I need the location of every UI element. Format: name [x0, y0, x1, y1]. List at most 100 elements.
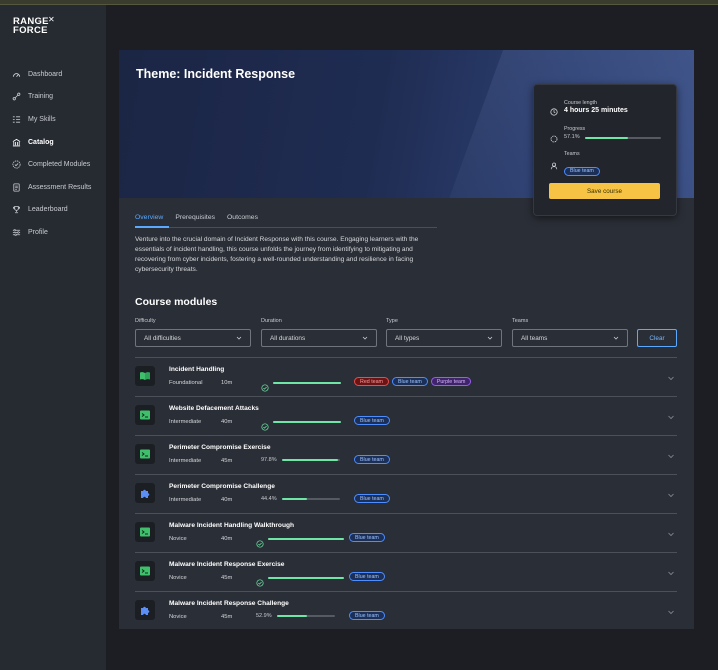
module-row[interactable]: Perimeter Compromise Exercise Intermediat… — [135, 435, 677, 473]
check-circle-icon — [256, 574, 264, 587]
trophy-icon — [12, 205, 21, 214]
sidebar-item-profile[interactable]: Profile — [0, 221, 106, 244]
module-progress-fill — [276, 615, 308, 617]
modules-title: Course modules — [135, 296, 218, 308]
module-progress-bar — [281, 498, 340, 500]
chevron-down-icon[interactable] — [667, 486, 675, 498]
module-duration: 10m — [221, 380, 233, 386]
module-progress-bar — [276, 615, 335, 617]
terminal-icon — [135, 444, 155, 464]
module-title: Perimeter Compromise Challenge — [169, 483, 275, 490]
course-progress-bar — [585, 137, 661, 139]
module-row[interactable]: Website Defacement Attacks Intermediate 40… — [135, 396, 677, 434]
module-title: Malware Incident Handling Walkthrough — [169, 522, 295, 529]
red-team-badge: Red team — [354, 377, 389, 386]
blue-team-badge: Blue team — [354, 494, 390, 503]
module-progress — [256, 535, 344, 548]
module-row[interactable]: Incident Handling Foundational 10m Red team… — [135, 357, 677, 395]
sidebar-item-completed-modules[interactable]: Completed Modules — [0, 153, 106, 176]
chevron-down-icon[interactable] — [667, 564, 675, 576]
puzzle-icon — [135, 600, 155, 620]
module-progress-fill — [268, 577, 344, 579]
module-title: Malware Incident Response Exercise — [169, 561, 285, 568]
terminal-icon — [135, 522, 155, 542]
sidebar-item-catalog[interactable]: Catalog — [0, 131, 106, 154]
module-duration: 45m — [221, 458, 233, 464]
dashboard-icon — [12, 70, 21, 79]
chevron-down-icon — [613, 335, 619, 341]
module-teams: Blue team — [354, 494, 390, 503]
clock-icon — [550, 103, 558, 116]
teams-filter-label: Teams — [512, 318, 529, 324]
purple-team-badge: Purple team — [430, 377, 472, 386]
module-row[interactable]: Malware Incident Response Challenge Novic… — [135, 591, 677, 629]
puzzle-icon — [135, 483, 155, 503]
module-row[interactable]: Malware Incident Handling Walkthrough Nov… — [135, 513, 677, 551]
check-circle-icon — [261, 418, 269, 431]
tab-overview[interactable]: Overview — [135, 214, 163, 221]
chevron-down-icon — [236, 335, 242, 341]
teams-select-value: All teams — [521, 334, 548, 342]
chevron-down-icon[interactable] — [667, 447, 675, 459]
profile-icon — [12, 228, 21, 237]
sidebar-item-my-skills[interactable]: My Skills — [0, 108, 106, 131]
sidebar-item-dashboard[interactable]: Dashboard — [0, 63, 106, 86]
tab-outcomes[interactable]: Outcomes — [227, 214, 258, 221]
module-progress-bar — [268, 577, 344, 579]
module-title: Malware Incident Response Challenge — [169, 600, 289, 607]
sidebar-item-label: Leaderboard — [28, 206, 68, 214]
teams-select[interactable]: All teams — [512, 329, 628, 347]
module-difficulty: Intermediate — [169, 458, 202, 464]
logo[interactable]: RANGE FORCE ✕ — [13, 15, 55, 35]
duration-select[interactable]: All durations — [261, 329, 377, 347]
duration-select-value: All durations — [270, 334, 306, 342]
chevron-down-icon[interactable] — [667, 603, 675, 615]
teams-label: Teams — [564, 151, 580, 157]
sidebar-item-leaderboard[interactable]: Leaderboard — [0, 199, 106, 222]
terminal-icon — [135, 561, 155, 581]
chevron-down-icon[interactable] — [667, 369, 675, 381]
sidebar-nav: Dashboard Training My Skills Catalog Complet… — [0, 63, 106, 244]
chevron-down-icon[interactable] — [667, 408, 675, 420]
type-select-value: All types — [395, 334, 420, 342]
clear-filters-button[interactable]: Clear — [637, 329, 677, 347]
completed-icon — [12, 160, 21, 169]
difficulty-select[interactable]: All difficulties — [135, 329, 251, 347]
sidebar: RANGE FORCE ✕ Dashboard Training My Skills… — [0, 5, 106, 670]
module-teams: Blue team — [349, 533, 385, 542]
type-filter-label: Type — [386, 318, 398, 324]
check-circle-icon — [261, 379, 269, 392]
tab-divider — [135, 227, 437, 228]
chevron-down-icon[interactable] — [667, 525, 675, 537]
user-icon — [550, 157, 558, 170]
chevron-down-icon — [362, 335, 368, 341]
module-row[interactable]: Perimeter Compromise Challenge Intermedia… — [135, 474, 677, 512]
module-row[interactable]: Malware Incident Response Exercise Novice… — [135, 552, 677, 590]
module-progress-bar — [273, 421, 341, 423]
module-progress: 52.9% — [256, 613, 335, 619]
sidebar-item-assessment-results[interactable]: Assessment Results — [0, 176, 106, 199]
type-select[interactable]: All types — [386, 329, 502, 347]
module-duration: 40m — [221, 419, 233, 425]
module-title: Website Defacement Attacks — [169, 405, 259, 412]
module-progress-bar — [273, 382, 341, 384]
tab-prerequisites[interactable]: Prerequisites — [175, 214, 215, 221]
module-difficulty: Intermediate — [169, 419, 202, 425]
module-progress — [261, 418, 341, 431]
module-progress-fill — [268, 538, 344, 540]
progress-percent: 57.1% — [564, 134, 580, 140]
page-title: Theme: Incident Response — [136, 67, 296, 81]
active-tab-indicator — [135, 226, 169, 228]
difficulty-select-value: All difficulties — [144, 334, 181, 342]
course-length-value: 4 hours 25 minutes — [564, 107, 628, 114]
sidebar-item-training[interactable]: Training — [0, 86, 106, 109]
team-badge: Blue team — [564, 166, 600, 176]
module-progress — [261, 379, 341, 392]
check-circle-icon — [256, 535, 264, 548]
course-progress-fill — [585, 137, 629, 139]
module-progress-percent: 44.4% — [261, 496, 277, 502]
save-course-button[interactable]: Save course — [549, 183, 660, 199]
module-teams: Red team Blue team Purple team — [354, 377, 472, 386]
training-icon — [12, 92, 21, 101]
sidebar-item-label: Completed Modules — [28, 161, 91, 169]
